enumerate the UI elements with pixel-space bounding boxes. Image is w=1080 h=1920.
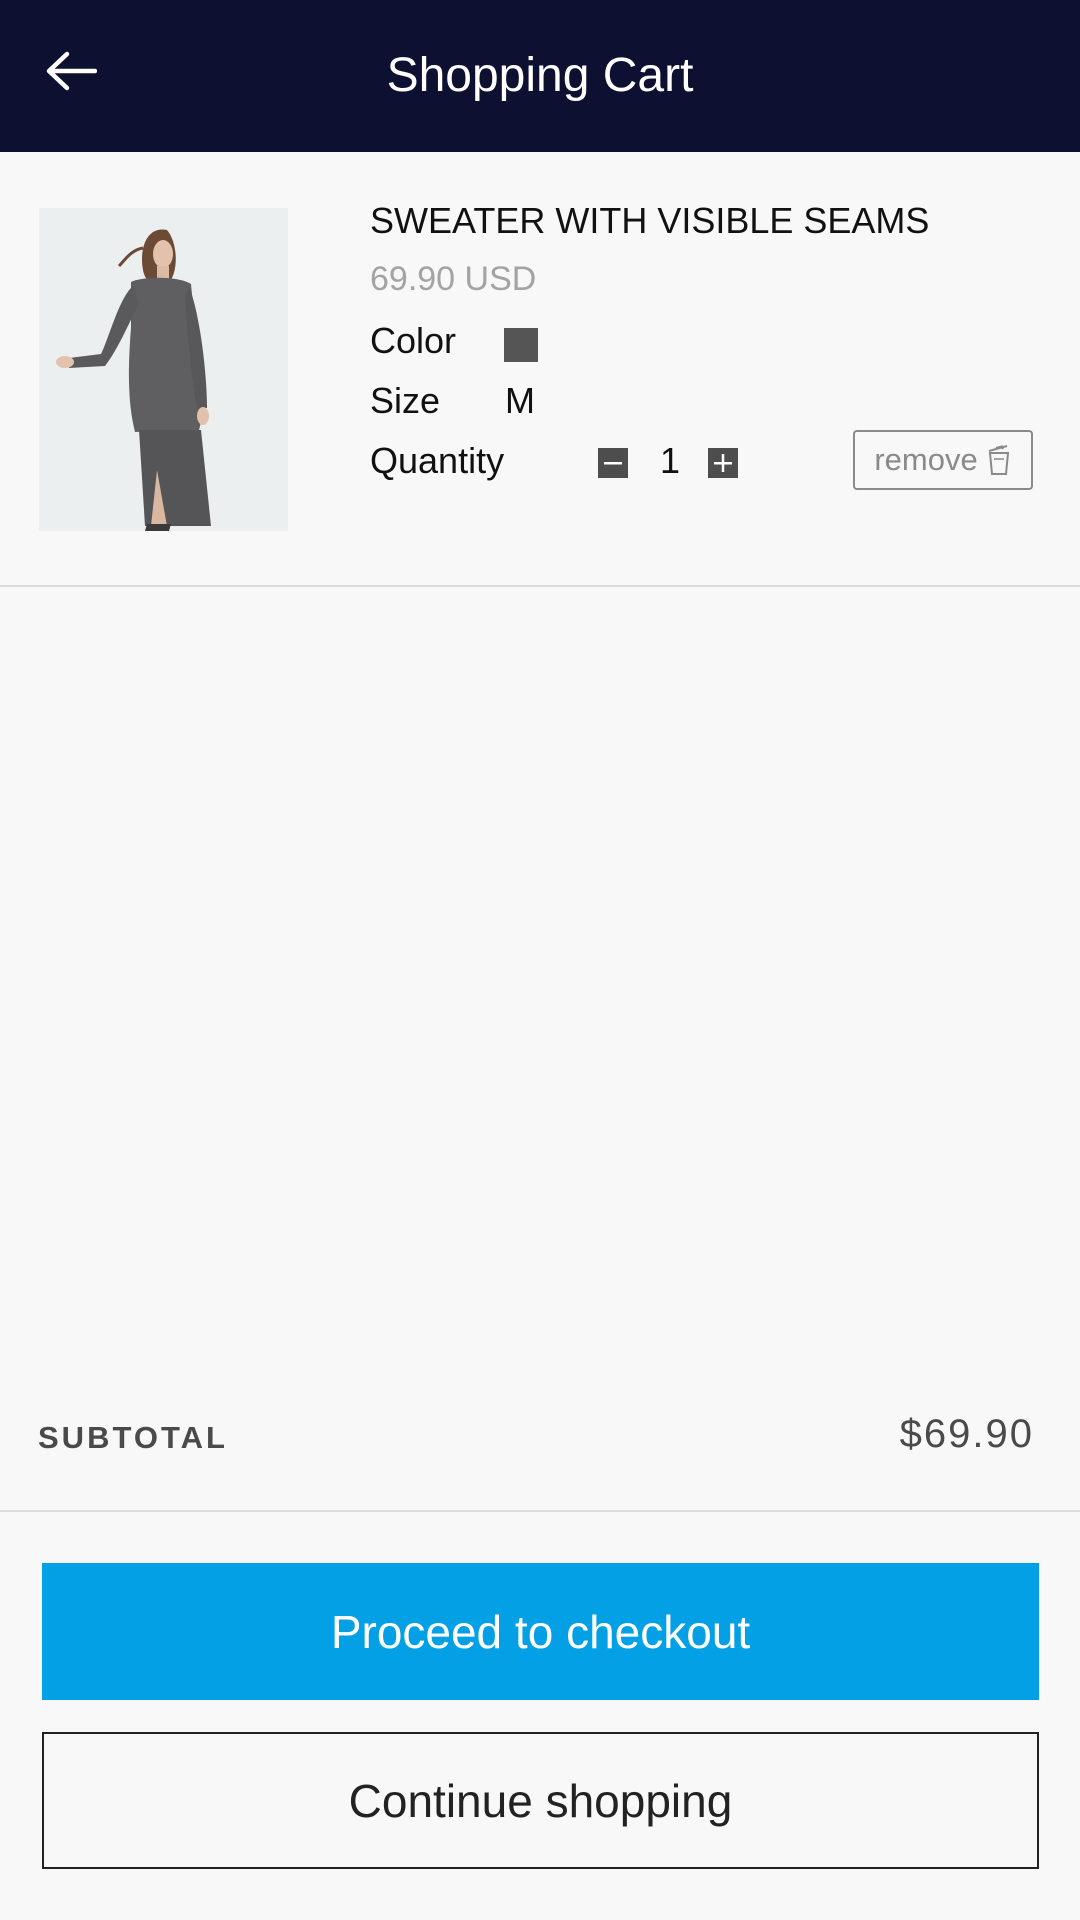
page-title: Shopping Cart — [386, 49, 694, 102]
product-price: 69.90 USD — [370, 260, 537, 298]
proceed-to-checkout-button[interactable]: Proceed to checkout — [42, 1563, 1039, 1700]
size-label: Size — [370, 380, 441, 421]
back-button[interactable] — [36, 36, 106, 106]
color-label: Color — [370, 320, 457, 361]
subtotal-label: SUBTOTAL — [38, 1420, 228, 1455]
increase-quantity-button[interactable] — [708, 448, 738, 478]
trash-icon — [986, 444, 1012, 476]
product-photo-illustration — [39, 208, 288, 531]
arrow-left-icon — [46, 51, 97, 91]
cart-item: SWEATER WITH VISIBLE SEAMS 69.90 USD Col… — [0, 152, 1080, 587]
product-image[interactable] — [39, 208, 288, 531]
subtotal-row: SUBTOTAL $69.90 — [0, 1380, 1080, 1512]
shopping-cart-screen: Shopping Cart SWEATER WITH VISIBLE SEAMS… — [0, 0, 1080, 1920]
product-name[interactable]: SWEATER WITH VISIBLE SEAMS — [370, 200, 929, 242]
minus-icon — [604, 462, 622, 465]
app-bar: Shopping Cart — [0, 0, 1080, 152]
subtotal-value: $69.90 — [899, 1412, 1034, 1456]
remove-button[interactable]: remove — [853, 430, 1033, 490]
decrease-quantity-button[interactable] — [598, 448, 628, 478]
color-swatch — [504, 328, 538, 362]
size-value: M — [505, 380, 535, 421]
quantity-value: 1 — [659, 440, 681, 481]
remove-label: remove — [874, 442, 978, 477]
continue-shopping-button[interactable]: Continue shopping — [42, 1732, 1039, 1869]
quantity-label: Quantity — [370, 440, 505, 481]
plus-icon — [714, 454, 732, 472]
